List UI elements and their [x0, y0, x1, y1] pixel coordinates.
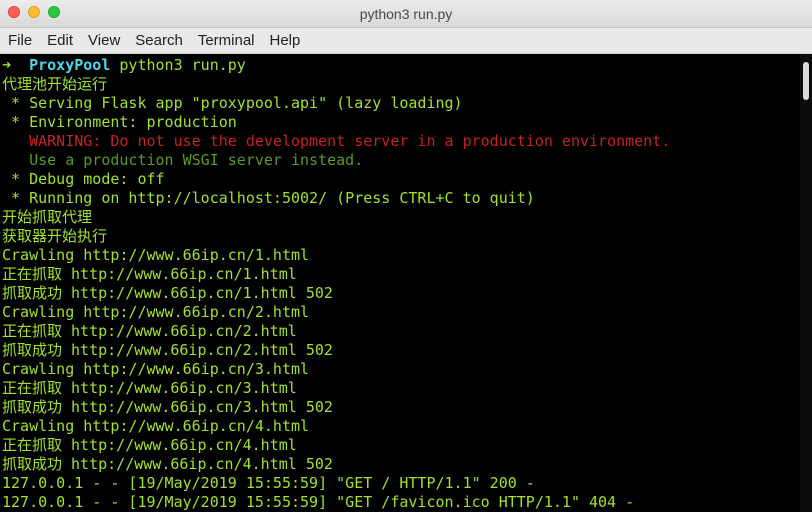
output-line: Use a production WSGI server instead.	[2, 151, 364, 169]
output-line: 代理池开始运行	[2, 75, 108, 93]
title-bar[interactable]: python3 run.py	[0, 0, 812, 28]
output-line: * Debug mode: off	[2, 170, 165, 188]
menu-file[interactable]: File	[8, 32, 39, 49]
menu-bar: File Edit View Search Terminal Help	[0, 28, 812, 54]
output-line: Crawling http://www.66ip.cn/1.html	[2, 246, 310, 264]
vertical-scrollbar[interactable]	[800, 54, 812, 512]
output-line: 正在抓取 http://www.66ip.cn/3.html	[2, 379, 297, 397]
menu-search[interactable]: Search	[135, 32, 190, 49]
terminal-output[interactable]: ➜ ProxyPool python3 run.py 代理池开始运行 * Ser…	[0, 54, 800, 512]
output-line: 抓取成功 http://www.66ip.cn/1.html 502	[2, 284, 333, 302]
window-title: python3 run.py	[359, 6, 453, 22]
output-line: * Serving Flask app "proxypool.api" (laz…	[2, 94, 463, 112]
scrollbar-thumb[interactable]	[803, 62, 809, 100]
output-line: 正在抓取 http://www.66ip.cn/4.html	[2, 436, 297, 454]
menu-view[interactable]: View	[88, 32, 127, 49]
prompt-directory: ProxyPool	[29, 56, 111, 74]
output-line: 正在抓取 http://www.66ip.cn/1.html	[2, 265, 297, 283]
output-line: 抓取成功 http://www.66ip.cn/2.html 502	[2, 341, 333, 359]
terminal-window: python3 run.py File Edit View Search Ter…	[0, 0, 812, 512]
output-line: * Environment: production	[2, 113, 237, 131]
output-lines: 代理池开始运行 * Serving Flask app "proxypool.a…	[2, 75, 800, 512]
menu-help[interactable]: Help	[270, 32, 308, 49]
output-line: 127.0.0.1 - - [19/May/2019 15:55:59] "GE…	[2, 493, 635, 511]
menu-terminal[interactable]: Terminal	[198, 32, 262, 49]
prompt-line: ➜ ProxyPool python3 run.py	[2, 56, 800, 75]
output-line: Crawling http://www.66ip.cn/2.html	[2, 303, 310, 321]
output-line: 开始抓取代理	[2, 208, 93, 226]
output-line: 127.0.0.1 - - [19/May/2019 15:55:59] "GE…	[2, 474, 535, 492]
prompt-arrow-icon: ➜	[2, 56, 12, 74]
output-line: 抓取成功 http://www.66ip.cn/4.html 502	[2, 455, 333, 473]
output-line: * Running on http://localhost:5002/ (Pre…	[2, 189, 535, 207]
menu-edit[interactable]: Edit	[47, 32, 80, 49]
output-line: 正在抓取 http://www.66ip.cn/2.html	[2, 322, 297, 340]
output-line: Crawling http://www.66ip.cn/3.html	[2, 360, 310, 378]
output-line: Crawling http://www.66ip.cn/4.html	[2, 417, 310, 435]
output-line: 获取器开始执行	[2, 227, 108, 245]
output-line: WARNING: Do not use the development serv…	[2, 132, 671, 150]
output-line: 抓取成功 http://www.66ip.cn/3.html 502	[2, 398, 333, 416]
prompt-command: python3 run.py	[119, 56, 246, 74]
